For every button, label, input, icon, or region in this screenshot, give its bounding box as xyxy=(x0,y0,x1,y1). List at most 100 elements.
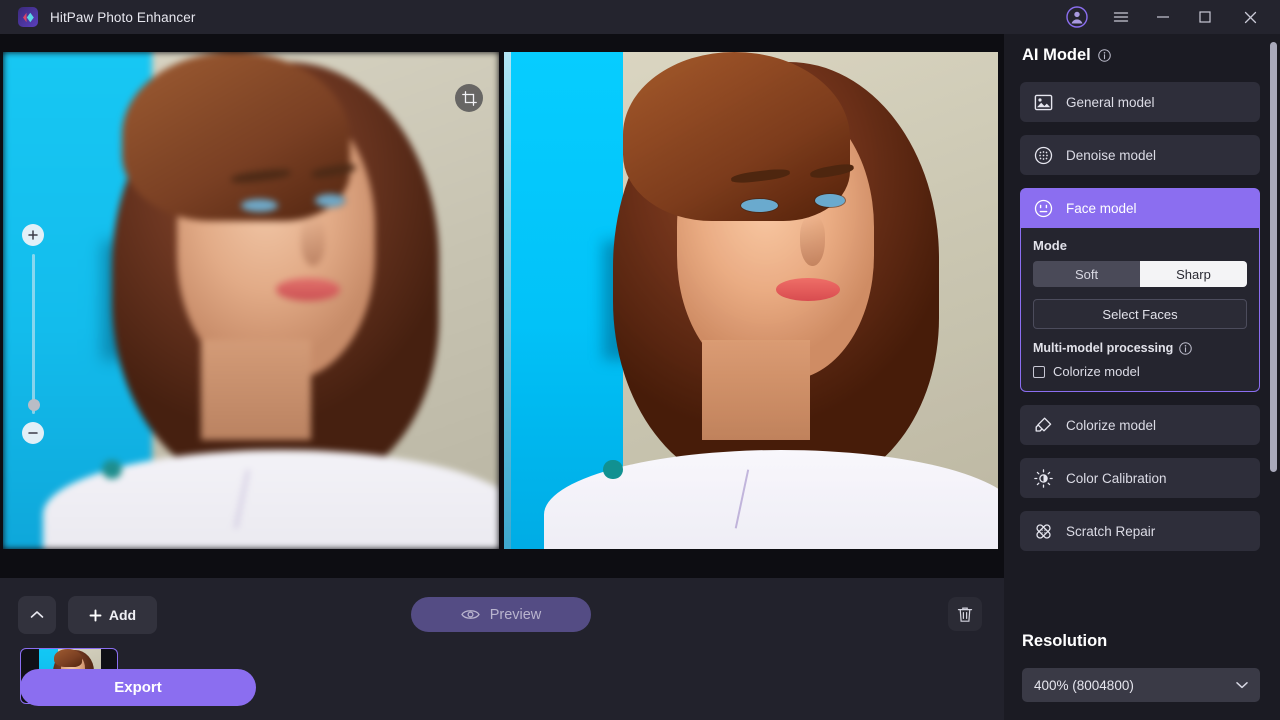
preview-button[interactable]: Preview xyxy=(411,597,591,632)
model-item-denoise[interactable]: Denoise model xyxy=(1020,135,1260,175)
crop-icon[interactable] xyxy=(455,84,483,112)
colorize-icon xyxy=(1032,414,1054,436)
zoom-slider-track[interactable] xyxy=(32,254,35,414)
photo-accent-dot xyxy=(602,459,623,480)
trash-icon[interactable] xyxy=(948,597,982,631)
face-model-options: Mode Soft Sharp Select Faces Multi-model… xyxy=(1020,228,1260,392)
info-icon[interactable] xyxy=(1179,341,1193,355)
photo-eye-right xyxy=(815,194,845,208)
enhanced-photo xyxy=(504,52,998,549)
model-item-label: General model xyxy=(1066,94,1155,110)
chevron-up-icon[interactable] xyxy=(18,596,56,634)
photo-lips xyxy=(275,278,341,301)
chevron-up-glyph xyxy=(30,611,44,618)
logo-glyph xyxy=(22,12,34,22)
mode-label: Mode xyxy=(1033,238,1067,253)
hitpaw-logo-icon xyxy=(18,7,38,27)
add-button-label: Add xyxy=(108,607,137,623)
export-button-label: Export xyxy=(114,679,162,696)
model-item-label: Color Calibration xyxy=(1066,470,1167,486)
app-window: HitPaw Photo Enhancer Add Preview AI Mod… xyxy=(0,0,1280,720)
image-canvas xyxy=(0,34,1004,578)
model-item-color-calibration[interactable]: Color Calibration xyxy=(1020,458,1260,498)
photo-hair-front xyxy=(122,52,351,221)
maximize-glyph xyxy=(1199,11,1211,23)
menu-icon[interactable] xyxy=(1100,0,1142,34)
original-photo xyxy=(3,52,499,549)
colorize-glyph xyxy=(1035,417,1051,432)
resolution-select[interactable]: 400% (8004800) xyxy=(1022,668,1260,702)
account-icon[interactable] xyxy=(1054,0,1100,34)
plus-glyph xyxy=(28,230,38,240)
maximize-icon[interactable] xyxy=(1184,0,1226,34)
ai-model-panel: AI Model General model Denoise model Fac… xyxy=(1004,34,1280,720)
pane-edge-highlight xyxy=(504,52,511,549)
image-icon xyxy=(1032,91,1054,113)
mode-segmented-control[interactable]: Soft Sharp xyxy=(1033,261,1247,287)
photo-eye-left xyxy=(741,198,779,212)
model-item-face[interactable]: Face model xyxy=(1020,188,1260,228)
model-item-general[interactable]: General model xyxy=(1020,82,1260,122)
select-faces-button[interactable]: Select Faces xyxy=(1033,299,1247,329)
mode-option-soft[interactable]: Soft xyxy=(1033,261,1140,287)
minimize-icon[interactable] xyxy=(1142,0,1184,34)
select-faces-label: Select Faces xyxy=(1102,306,1178,322)
model-item-colorize[interactable]: Colorize model xyxy=(1020,405,1260,445)
panel-scrollbar[interactable] xyxy=(1270,42,1277,472)
zoom-slider-handle[interactable] xyxy=(27,399,40,411)
eye-icon xyxy=(460,610,480,619)
face-glyph xyxy=(1034,199,1052,217)
model-item-label: Face model xyxy=(1066,200,1137,216)
original-image-pane[interactable] xyxy=(3,52,499,549)
minus-glyph xyxy=(28,432,38,434)
resolution-selected-value: 400% (8004800) xyxy=(1034,677,1134,693)
account-glyph xyxy=(1066,6,1088,28)
multi-model-label: Multi-model processing xyxy=(1033,341,1174,355)
photo-neck xyxy=(701,340,811,440)
hamburger-glyph xyxy=(1113,12,1129,22)
title-bar: HitPaw Photo Enhancer xyxy=(0,0,1280,34)
multi-model-row: Multi-model processing xyxy=(1033,341,1247,355)
model-item-label: Scratch Repair xyxy=(1066,523,1156,539)
model-item-label: Colorize model xyxy=(1066,417,1157,433)
colorize-model-checkbox-row[interactable]: Colorize model xyxy=(1033,364,1247,379)
panel-title-label: AI Model xyxy=(1022,46,1091,64)
minimize-glyph xyxy=(1157,16,1169,18)
colorize-model-checkbox[interactable] xyxy=(1033,365,1045,378)
mode-option-sharp[interactable]: Sharp xyxy=(1140,261,1247,287)
model-list: General model Denoise model Face model M… xyxy=(1020,82,1260,564)
chevron-down-icon xyxy=(1236,682,1248,689)
photo-hair-front xyxy=(622,52,850,221)
close-icon[interactable] xyxy=(1226,0,1274,34)
resolution-title: Resolution xyxy=(1022,632,1108,650)
denoise-glyph xyxy=(1034,146,1052,164)
add-button[interactable]: Add xyxy=(68,596,157,634)
crop-glyph xyxy=(461,90,477,106)
image-glyph xyxy=(1034,94,1052,110)
close-glyph xyxy=(1244,11,1256,23)
zoom-out-icon[interactable] xyxy=(22,422,44,444)
denoise-icon xyxy=(1032,144,1054,166)
export-button[interactable]: Export xyxy=(20,669,256,706)
photo-nose xyxy=(800,216,826,266)
plus-icon xyxy=(89,609,102,621)
bandage-icon xyxy=(1032,520,1054,542)
bandage-glyph xyxy=(1035,523,1051,539)
face-icon xyxy=(1032,197,1054,219)
model-item-scratch-repair[interactable]: Scratch Repair xyxy=(1020,511,1260,551)
window-controls xyxy=(1054,0,1280,34)
preview-button-label: Preview xyxy=(489,606,542,623)
zoom-in-icon[interactable] xyxy=(22,224,44,246)
panel-title: AI Model xyxy=(1022,46,1111,65)
colorize-model-checkbox-label: Colorize model xyxy=(1053,364,1140,379)
zoom-slider[interactable] xyxy=(22,224,44,446)
photo-neck xyxy=(201,340,311,440)
enhanced-image-pane[interactable] xyxy=(504,52,998,549)
brightness-icon xyxy=(1032,467,1054,489)
brightness-glyph xyxy=(1033,468,1053,488)
photo-nose xyxy=(300,216,326,266)
app-title: HitPaw Photo Enhancer xyxy=(50,9,196,25)
info-icon[interactable] xyxy=(1097,49,1111,62)
trash-glyph xyxy=(957,607,973,622)
photo-eye-left xyxy=(241,198,279,212)
